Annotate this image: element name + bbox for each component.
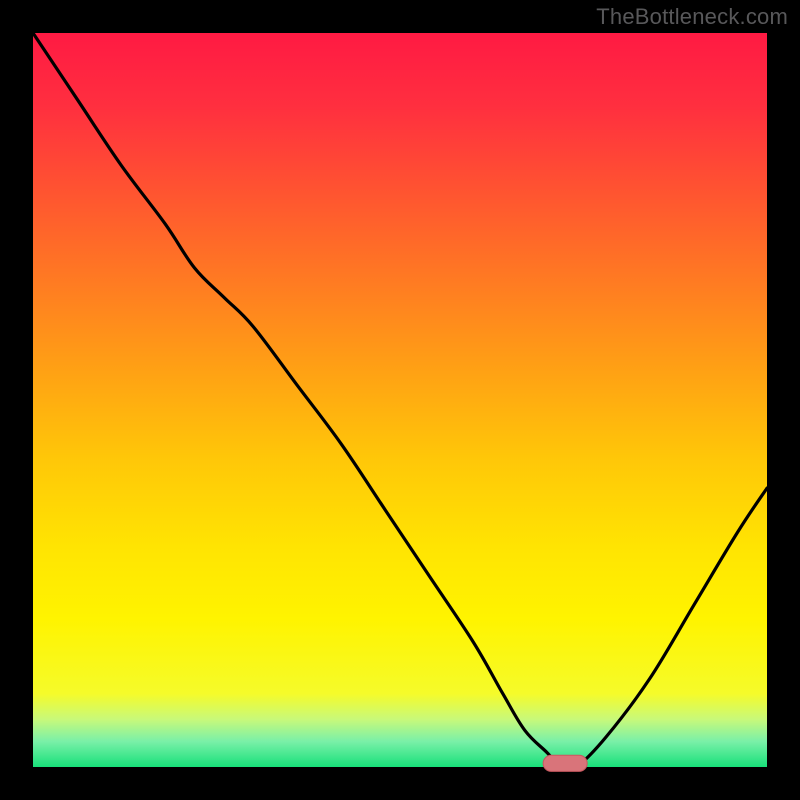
bottleneck-chart xyxy=(0,0,800,800)
heat-gradient-bg xyxy=(33,33,767,767)
optimal-marker xyxy=(543,755,587,771)
chart-frame: { "watermark": "TheBottleneck.com", "col… xyxy=(0,0,800,800)
watermark: TheBottleneck.com xyxy=(596,4,788,30)
